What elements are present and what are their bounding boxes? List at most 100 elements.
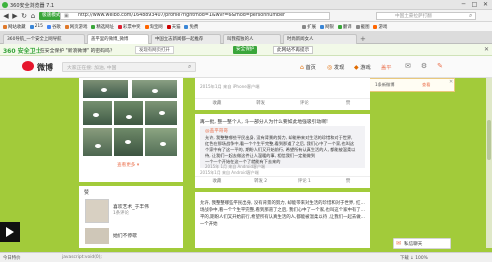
like-button[interactable]: 赞 <box>326 177 370 186</box>
recommend-title: 赞 <box>84 190 90 196</box>
url-text[interactable]: http://www.weibo.com/1648893407/profile?… <box>78 13 328 18</box>
repost-button[interactable]: 转发 2 <box>239 177 283 186</box>
home-icon[interactable]: ⌂ <box>29 12 37 20</box>
photo-thumbnail[interactable] <box>114 101 143 125</box>
photo-thumbnail[interactable] <box>83 80 128 98</box>
favorite-button[interactable]: 收藏 <box>195 99 239 108</box>
weibo-logo-text[interactable]: 微博 <box>37 62 53 73</box>
bookmark-item[interactable]: 215 <box>29 24 43 29</box>
bookmark-item[interactable]: 截图 <box>355 24 369 30</box>
bookmark-icon <box>91 24 96 29</box>
post-text-line: 允许, 我整整哪些平民出身, 没有背景的努力, 却能带来对生活的珍惜和对于世界,… <box>200 201 366 206</box>
bookmark-icon <box>117 24 122 29</box>
like-button[interactable]: 赞 <box>326 99 370 108</box>
photo-thumbnail[interactable] <box>83 128 112 156</box>
forward-icon[interactable]: ▶ <box>11 12 19 20</box>
status-deals[interactable]: 今日特价 <box>3 255 21 261</box>
bookmark-item[interactable]: 精选网址 <box>91 24 114 30</box>
header-icons: ✉ ⚙ ✎ <box>405 62 443 70</box>
quoted-author[interactable]: @盖平哥哥 <box>205 128 228 134</box>
post-text-line: 一个开始 <box>200 222 218 227</box>
bookmark-icon <box>64 24 69 29</box>
recommend-item-title[interactable]: 喜欢艺术_于丰伟 <box>113 203 149 210</box>
bookmark-icon <box>184 24 189 29</box>
favorite-button[interactable]: 收藏 <box>195 177 239 186</box>
tab-item-active[interactable]: 盖平里的微博_微博 <box>87 34 149 44</box>
bookmark-icon <box>3 24 7 29</box>
tab-strip: 360导航_一个安全上网导航 盖平里的微博_微博 中国立志新闻都一起推荐 叫我孤… <box>0 32 492 44</box>
view-more-link[interactable]: 查看更多 ▾ <box>117 162 139 168</box>
swan-shape <box>95 144 101 148</box>
refresh-icon[interactable]: ↻ <box>20 12 28 20</box>
scrollbar-thumb[interactable] <box>487 120 491 160</box>
search-icon[interactable]: ⌕ <box>469 12 472 20</box>
photo-thumbnail[interactable] <box>83 101 112 125</box>
compose-icon[interactable]: ✎ <box>437 62 443 70</box>
bookmark-icon <box>302 24 307 29</box>
chat-label: 私信聊天 <box>404 242 423 247</box>
bookmark-icon <box>29 24 34 29</box>
bookmark-item[interactable]: 网页游戏 <box>64 24 87 30</box>
repost-button[interactable]: 转发 <box>239 99 283 108</box>
page-icon: ▣ <box>64 13 69 19</box>
swan-shape <box>126 115 132 119</box>
minimize-button[interactable]: ─ <box>459 1 468 8</box>
recommend-thumbnail[interactable] <box>85 199 109 223</box>
protect-button[interactable]: 安全保护 <box>233 46 258 54</box>
photo-thumbnail[interactable] <box>145 101 177 125</box>
photo-thumbnail[interactable] <box>132 80 177 98</box>
tab-item[interactable]: 叫我孤独的人 <box>223 34 281 44</box>
search-icon[interactable]: ⌕ <box>188 63 191 71</box>
back-icon[interactable]: ◀ <box>2 12 10 20</box>
weibo-logo-icon[interactable] <box>22 61 34 71</box>
play-icon[interactable] <box>6 227 14 237</box>
weibo-search-placeholder[interactable]: 大家正在搜: 加油, 中国 <box>67 64 116 71</box>
post-text-line: 平的,期盼人们又开始前行,希望所有认真生活的人,都能被温柔以待 ,让我们一起去做… <box>200 215 366 220</box>
bookmark-item[interactable]: 彩票中奖 <box>117 24 141 30</box>
bookmark-icon <box>373 24 378 29</box>
recommend-thumbnail[interactable] <box>85 228 109 244</box>
close-icon[interactable]: ✕ <box>449 79 453 85</box>
post-text-line: 场战争中,看一个个生平完整,看到那道了之后, 我们心中了一个家,也叫这个家中有了… <box>200 208 366 213</box>
swan-shape <box>152 89 158 93</box>
bookmark-item[interactable]: 网银 <box>320 24 334 30</box>
recommend-item-title[interactable]: 她们不停歇 <box>113 232 137 239</box>
no-prompt-button[interactable]: 此网站不再提示 <box>273 46 314 54</box>
security-message: 在安全保护 "新浪微博" 的密码吗？ <box>40 49 115 54</box>
photo-thumbnail[interactable] <box>114 128 143 156</box>
address-toolbar: ◀ ▶ ↻ ⌂ 极速模式 ▣ http://www.weibo.com/1648… <box>0 10 492 22</box>
nav-game[interactable]: ◆ 游戏 <box>354 64 371 71</box>
bookmark-item[interactable]: 谷歌 <box>46 24 61 30</box>
swan-shape <box>160 142 166 146</box>
photo-thumbnail[interactable] <box>145 128 177 156</box>
post-meta: 2015年1月 来自 iPhone客户端 <box>200 84 260 89</box>
status-download[interactable]: 下载 ↓ 100% <box>400 255 428 261</box>
nav-home[interactable]: ⌂ 首页 <box>300 64 316 71</box>
close-icon[interactable]: ✕ <box>484 46 489 53</box>
bookmark-item[interactable]: 免费 <box>184 24 198 30</box>
notice-link[interactable]: 查看 <box>422 82 430 88</box>
bookmark-item[interactable]: 天猫 <box>166 24 180 30</box>
comment-button[interactable]: 评论 <box>283 99 327 108</box>
bookmark-item[interactable]: 扩展 <box>302 24 316 30</box>
bookmark-icon <box>320 24 325 29</box>
search-placeholder[interactable]: 中国土豪拉萨打翻 <box>395 13 432 19</box>
nav-profile[interactable]: 盖平 <box>381 64 391 71</box>
tab-item[interactable]: 360导航_一个安全上网导航 <box>3 34 85 44</box>
maximize-button[interactable]: □ <box>470 1 479 8</box>
tab-item[interactable]: 时尚新闻女人 <box>283 34 357 44</box>
bookmark-item[interactable]: 淘宝网 <box>144 24 163 30</box>
comment-button[interactable]: 评论 1 <box>283 177 327 186</box>
bookmark-item[interactable]: 游戏 <box>373 24 387 30</box>
settings-icon[interactable]: ⚙ <box>421 62 427 70</box>
bookmark-icon <box>355 24 360 29</box>
nav-discover[interactable]: ◎ 发现 <box>327 64 344 71</box>
swan-shape <box>125 140 131 144</box>
tab-item[interactable]: 中国立志新闻都一起推荐 <box>151 34 221 44</box>
close-button[interactable]: ✕ <box>481 1 490 8</box>
page-scrollbar[interactable] <box>486 78 492 248</box>
message-icon[interactable]: ✉ <box>405 62 411 70</box>
bookmark-item[interactable]: 翻译 <box>337 24 352 30</box>
new-tab-icon[interactable]: + <box>360 35 366 43</box>
bookmark-item[interactable]: 网站收藏 <box>3 24 26 30</box>
